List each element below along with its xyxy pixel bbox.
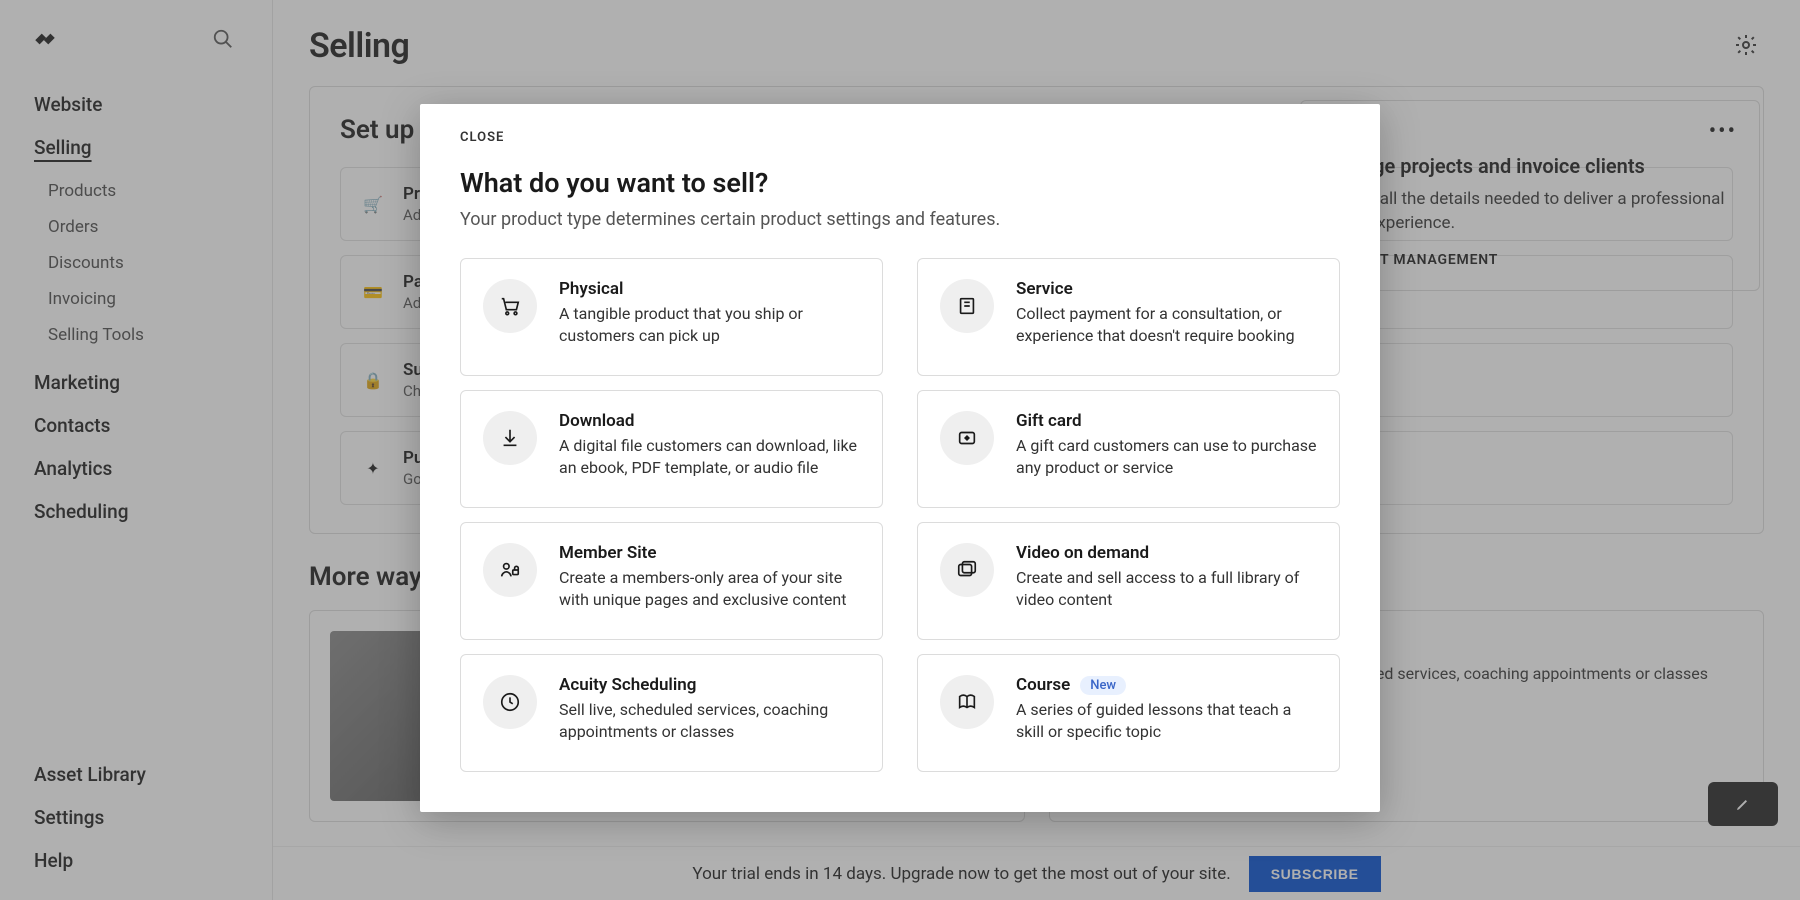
opt-title: Member Site bbox=[559, 543, 860, 563]
opt-title: Download bbox=[559, 411, 860, 431]
member-icon bbox=[483, 543, 537, 597]
new-badge: New bbox=[1080, 676, 1126, 695]
opt-desc: Create a members-only area of your site … bbox=[559, 567, 860, 612]
option-acuity-scheduling[interactable]: Acuity Scheduling Sell live, scheduled se… bbox=[460, 654, 883, 772]
opt-desc: A tangible product that you ship or cust… bbox=[559, 303, 860, 348]
modal-overlay[interactable]: CLOSE What do you want to sell? Your pro… bbox=[0, 0, 1800, 900]
opt-desc: A series of guided lessons that teach a … bbox=[1016, 699, 1317, 744]
opt-desc: A gift card customers can use to purchas… bbox=[1016, 435, 1317, 480]
option-video-on-demand[interactable]: Video on demand Create and sell access to… bbox=[917, 522, 1340, 640]
option-member-site[interactable]: Member Site Create a members-only area of… bbox=[460, 522, 883, 640]
option-service[interactable]: Service Collect payment for a consultatio… bbox=[917, 258, 1340, 376]
opt-title: Gift card bbox=[1016, 411, 1317, 431]
opt-desc: Sell live, scheduled services, coaching … bbox=[559, 699, 860, 744]
modal-subtitle: Your product type determines certain pro… bbox=[460, 209, 1340, 230]
opt-title: Physical bbox=[559, 279, 860, 299]
service-icon bbox=[940, 279, 994, 333]
video-icon bbox=[940, 543, 994, 597]
download-icon bbox=[483, 411, 537, 465]
close-button[interactable]: CLOSE bbox=[460, 130, 1340, 145]
modal-title: What do you want to sell? bbox=[460, 167, 1340, 199]
product-type-modal: CLOSE What do you want to sell? Your pro… bbox=[420, 104, 1380, 812]
option-physical[interactable]: Physical A tangible product that you ship… bbox=[460, 258, 883, 376]
opt-desc: A digital file customers can download, l… bbox=[559, 435, 860, 480]
options-grid: Physical A tangible product that you ship… bbox=[460, 258, 1340, 772]
clock-icon bbox=[483, 675, 537, 729]
opt-title: Service bbox=[1016, 279, 1317, 299]
option-gift-card[interactable]: Gift card A gift card customers can use t… bbox=[917, 390, 1340, 508]
opt-title: CourseNew bbox=[1016, 675, 1317, 695]
opt-desc: Create and sell access to a full library… bbox=[1016, 567, 1317, 612]
option-download[interactable]: Download A digital file customers can dow… bbox=[460, 390, 883, 508]
gift-icon bbox=[940, 411, 994, 465]
course-icon bbox=[940, 675, 994, 729]
opt-title: Acuity Scheduling bbox=[559, 675, 860, 695]
option-course[interactable]: CourseNew A series of guided lessons tha… bbox=[917, 654, 1340, 772]
opt-title: Video on demand bbox=[1016, 543, 1317, 563]
cart-icon bbox=[483, 279, 537, 333]
opt-desc: Collect payment for a consultation, or e… bbox=[1016, 303, 1317, 348]
